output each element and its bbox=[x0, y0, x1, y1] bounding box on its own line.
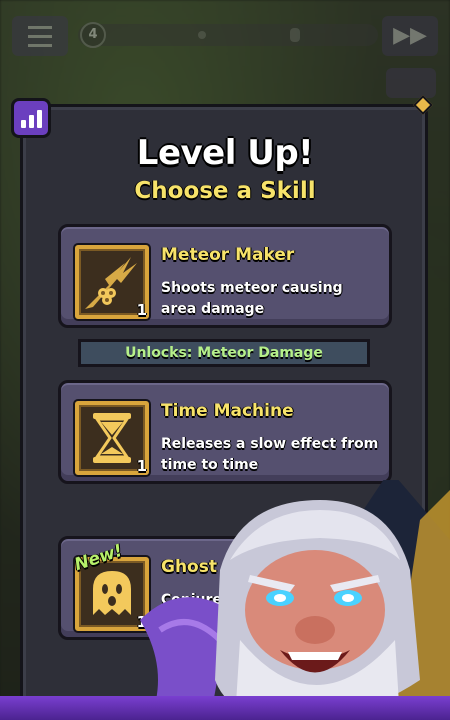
wave-marker bbox=[198, 31, 206, 39]
meteor-icon bbox=[85, 257, 137, 309]
skill-card-time-machine[interactable]: 1 Time Machine Releases a slow effect fr… bbox=[58, 380, 392, 484]
wave-progress-bar: 4 bbox=[78, 22, 378, 48]
top-hud: 4 ▶▶ bbox=[0, 12, 450, 60]
skill-level: 1 bbox=[136, 457, 147, 475]
bottom-bar bbox=[0, 696, 450, 720]
skill-icon-frame: 1 bbox=[75, 245, 149, 319]
skill-description: Releases a slow effect from time to time bbox=[161, 436, 379, 473]
boss-marker bbox=[290, 28, 300, 42]
fast-forward-icon: ▶▶ bbox=[393, 23, 427, 48]
hud-side-button bbox=[386, 68, 436, 98]
menu-button[interactable] bbox=[12, 16, 68, 56]
skill-card-meteor-maker[interactable]: 1 Meteor Maker Shoots meteor causing are… bbox=[58, 224, 392, 328]
skill-description: Shoots meteor causing area damage bbox=[161, 280, 343, 317]
hamburger-icon bbox=[28, 23, 52, 50]
wave-number: 4 bbox=[80, 22, 106, 48]
dialog-title: Level Up! bbox=[136, 133, 314, 173]
dialog-subtitle: Choose a Skill bbox=[134, 178, 316, 204]
skill-level: 1 bbox=[136, 301, 147, 319]
wizard-character-art bbox=[140, 480, 450, 720]
bar-chart-icon[interactable] bbox=[11, 98, 51, 138]
skill-name: Time Machine bbox=[161, 401, 294, 421]
fast-forward-button[interactable]: ▶▶ bbox=[382, 16, 438, 56]
hourglass-icon bbox=[93, 413, 131, 463]
skill-icon-frame: 1 bbox=[75, 401, 149, 475]
skill-name: Meteor Maker bbox=[161, 245, 295, 265]
skill-unlock-banner: Unlocks: Meteor Damage bbox=[78, 339, 370, 367]
